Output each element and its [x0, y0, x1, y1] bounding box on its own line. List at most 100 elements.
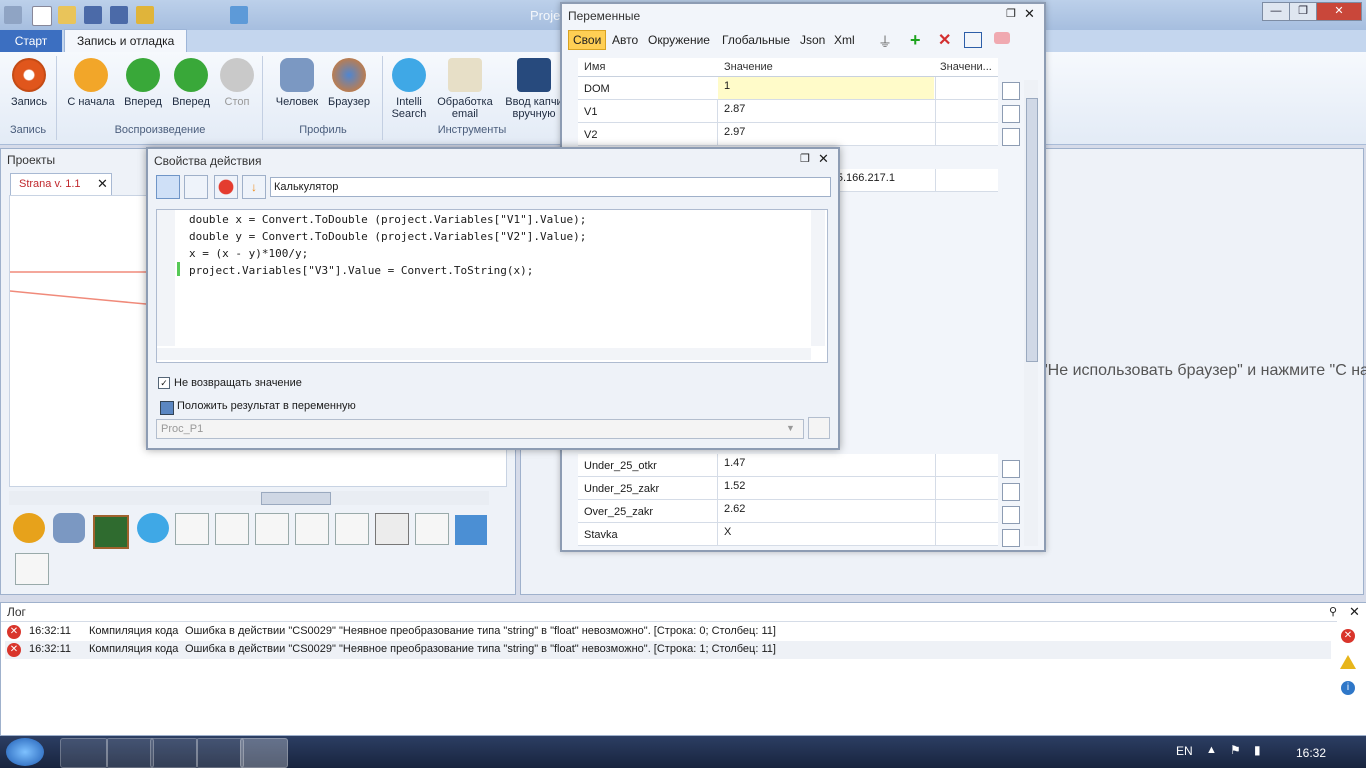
- list-icon[interactable]: [215, 513, 249, 545]
- maximize-button[interactable]: ❐: [1289, 2, 1317, 21]
- copy-icon[interactable]: [1002, 460, 1020, 478]
- minimize-button[interactable]: —: [1262, 2, 1290, 21]
- result-variable-select[interactable]: Proc_P1: [156, 419, 804, 439]
- intelli-search-button[interactable]: Intelli Search: [380, 58, 438, 120]
- copy-icon[interactable]: [808, 417, 830, 439]
- table-row[interactable]: DOM 1: [578, 77, 998, 100]
- tray-arrow-icon[interactable]: ▲: [1206, 744, 1217, 756]
- window-icon[interactable]: [230, 6, 248, 24]
- copy-icon[interactable]: [1002, 529, 1020, 547]
- copy-icon[interactable]: [1002, 105, 1020, 123]
- clock[interactable]: 16:32: [1296, 746, 1326, 760]
- intelli-icon[interactable]: [137, 513, 169, 543]
- language-indicator[interactable]: EN: [1176, 744, 1193, 758]
- signal-icon[interactable]: ▮: [1254, 743, 1261, 757]
- table-row[interactable]: V2 2.97: [578, 123, 998, 146]
- excel-taskbar-icon[interactable]: [196, 738, 244, 768]
- calculator-board-icon[interactable]: [93, 515, 129, 549]
- network-icon[interactable]: ⚑: [1230, 743, 1241, 757]
- close-tab-icon[interactable]: ✕: [97, 176, 108, 192]
- tab-xml[interactable]: Xml: [834, 33, 855, 47]
- tab-own[interactable]: Свои: [568, 30, 607, 50]
- eraser-icon[interactable]: [994, 32, 1010, 44]
- vertical-scrollbar[interactable]: [1024, 80, 1038, 546]
- table-icon[interactable]: [375, 513, 409, 545]
- properties-view-icon[interactable]: [156, 175, 180, 199]
- table-row[interactable]: Under_25_zakr 1.52: [578, 477, 998, 500]
- opera-taskbar-icon[interactable]: [60, 738, 108, 768]
- list-icon[interactable]: [255, 513, 289, 545]
- zennoposter-taskbar-icon[interactable]: [240, 738, 288, 768]
- pin-icon[interactable]: ⚲: [1329, 605, 1337, 618]
- var-value[interactable]: 1: [718, 77, 934, 99]
- list-icon[interactable]: [175, 513, 209, 545]
- tab-record-debug[interactable]: Запись и отладка: [64, 29, 188, 54]
- tab-auto[interactable]: Авто: [612, 33, 638, 47]
- tab-global[interactable]: Глобальные: [722, 33, 790, 47]
- captcha-button[interactable]: Ввод капчи вручную: [500, 58, 568, 120]
- list-icon[interactable]: [335, 513, 369, 545]
- person-icon[interactable]: [53, 513, 85, 543]
- var-value[interactable]: 2.87: [724, 103, 745, 115]
- action-name-input[interactable]: Калькулятор: [270, 177, 831, 197]
- var-value[interactable]: 1.52: [724, 480, 745, 492]
- list-icon[interactable]: [15, 553, 49, 585]
- var-value[interactable]: X: [724, 526, 731, 538]
- warning-filter-icon[interactable]: [1340, 655, 1356, 669]
- columns-icon[interactable]: [964, 32, 982, 48]
- store-result-checkbox[interactable]: [160, 401, 174, 415]
- copy-icon[interactable]: [1002, 128, 1020, 146]
- tab-json[interactable]: Json: [800, 33, 825, 47]
- browser-button[interactable]: Браузер: [318, 58, 380, 108]
- tab-start[interactable]: Старт: [0, 30, 62, 52]
- record-button[interactable]: Запись: [0, 58, 60, 108]
- save-all-icon[interactable]: [110, 6, 128, 24]
- stop-button[interactable]: Стоп: [206, 58, 268, 108]
- app-menu-icon[interactable]: [4, 6, 22, 24]
- table-row[interactable]: Stavka X: [578, 523, 998, 546]
- restore-icon[interactable]: ❐: [1006, 7, 1016, 20]
- tab-environment[interactable]: Окружение: [648, 33, 710, 47]
- filter-icon[interactable]: ⏚: [878, 32, 892, 52]
- copy-icon[interactable]: [1002, 82, 1020, 100]
- new-file-icon[interactable]: [32, 6, 52, 26]
- delete-icon[interactable]: ✕: [938, 30, 951, 50]
- email-button[interactable]: Обработка email: [434, 58, 496, 120]
- close-icon[interactable]: ✕: [818, 151, 829, 167]
- var-value[interactable]: 1.47: [724, 457, 745, 469]
- list-icon[interactable]: [415, 513, 449, 545]
- copy-icon[interactable]: [1002, 483, 1020, 501]
- restore-icon[interactable]: ❐: [800, 152, 810, 165]
- close-icon[interactable]: ✕: [1024, 6, 1035, 22]
- hierarchy-icon[interactable]: [455, 515, 487, 545]
- table-row[interactable]: Under_25_otkr 1.47: [578, 454, 998, 477]
- close-window-button[interactable]: ✕: [1316, 2, 1362, 21]
- var-value[interactable]: 2.97: [724, 126, 745, 138]
- editor-vscrollbar[interactable]: [811, 210, 825, 346]
- error-filter-icon[interactable]: ✕: [1341, 629, 1355, 643]
- project-tab[interactable]: Strana v. 1.1 ✕: [10, 173, 112, 197]
- media-taskbar-icon[interactable]: [106, 738, 154, 768]
- undo-icon[interactable]: [136, 6, 154, 24]
- copy-icon[interactable]: [1002, 506, 1020, 524]
- table-row[interactable]: V1 2.87: [578, 100, 998, 123]
- explorer-taskbar-icon[interactable]: [150, 738, 198, 768]
- var-value[interactable]: 2.62: [724, 503, 745, 515]
- info-filter-icon[interactable]: i: [1341, 681, 1355, 695]
- table-row[interactable]: Over_25_zakr 2.62: [578, 500, 998, 523]
- open-folder-icon[interactable]: [58, 6, 76, 24]
- breakpoint-icon[interactable]: [214, 175, 238, 199]
- horizontal-scrollbar[interactable]: [9, 491, 489, 505]
- scroll-thumb[interactable]: [1026, 98, 1038, 362]
- scroll-thumb[interactable]: [261, 492, 331, 505]
- close-icon[interactable]: ✕: [1349, 604, 1360, 620]
- log-row[interactable]: ✕ 16:32:11 Компиляция кода Ошибка в дейс…: [5, 641, 1331, 659]
- code-editor[interactable]: double x = Convert.ToDouble (project.Var…: [156, 209, 828, 363]
- list-icon[interactable]: [295, 513, 329, 545]
- no-return-checkbox[interactable]: ✓: [158, 377, 170, 389]
- add-icon[interactable]: +: [910, 30, 921, 51]
- settings-view-icon[interactable]: [184, 175, 208, 199]
- editor-hscrollbar[interactable]: [157, 348, 811, 360]
- gears-icon[interactable]: [13, 513, 45, 543]
- save-icon[interactable]: [84, 6, 102, 24]
